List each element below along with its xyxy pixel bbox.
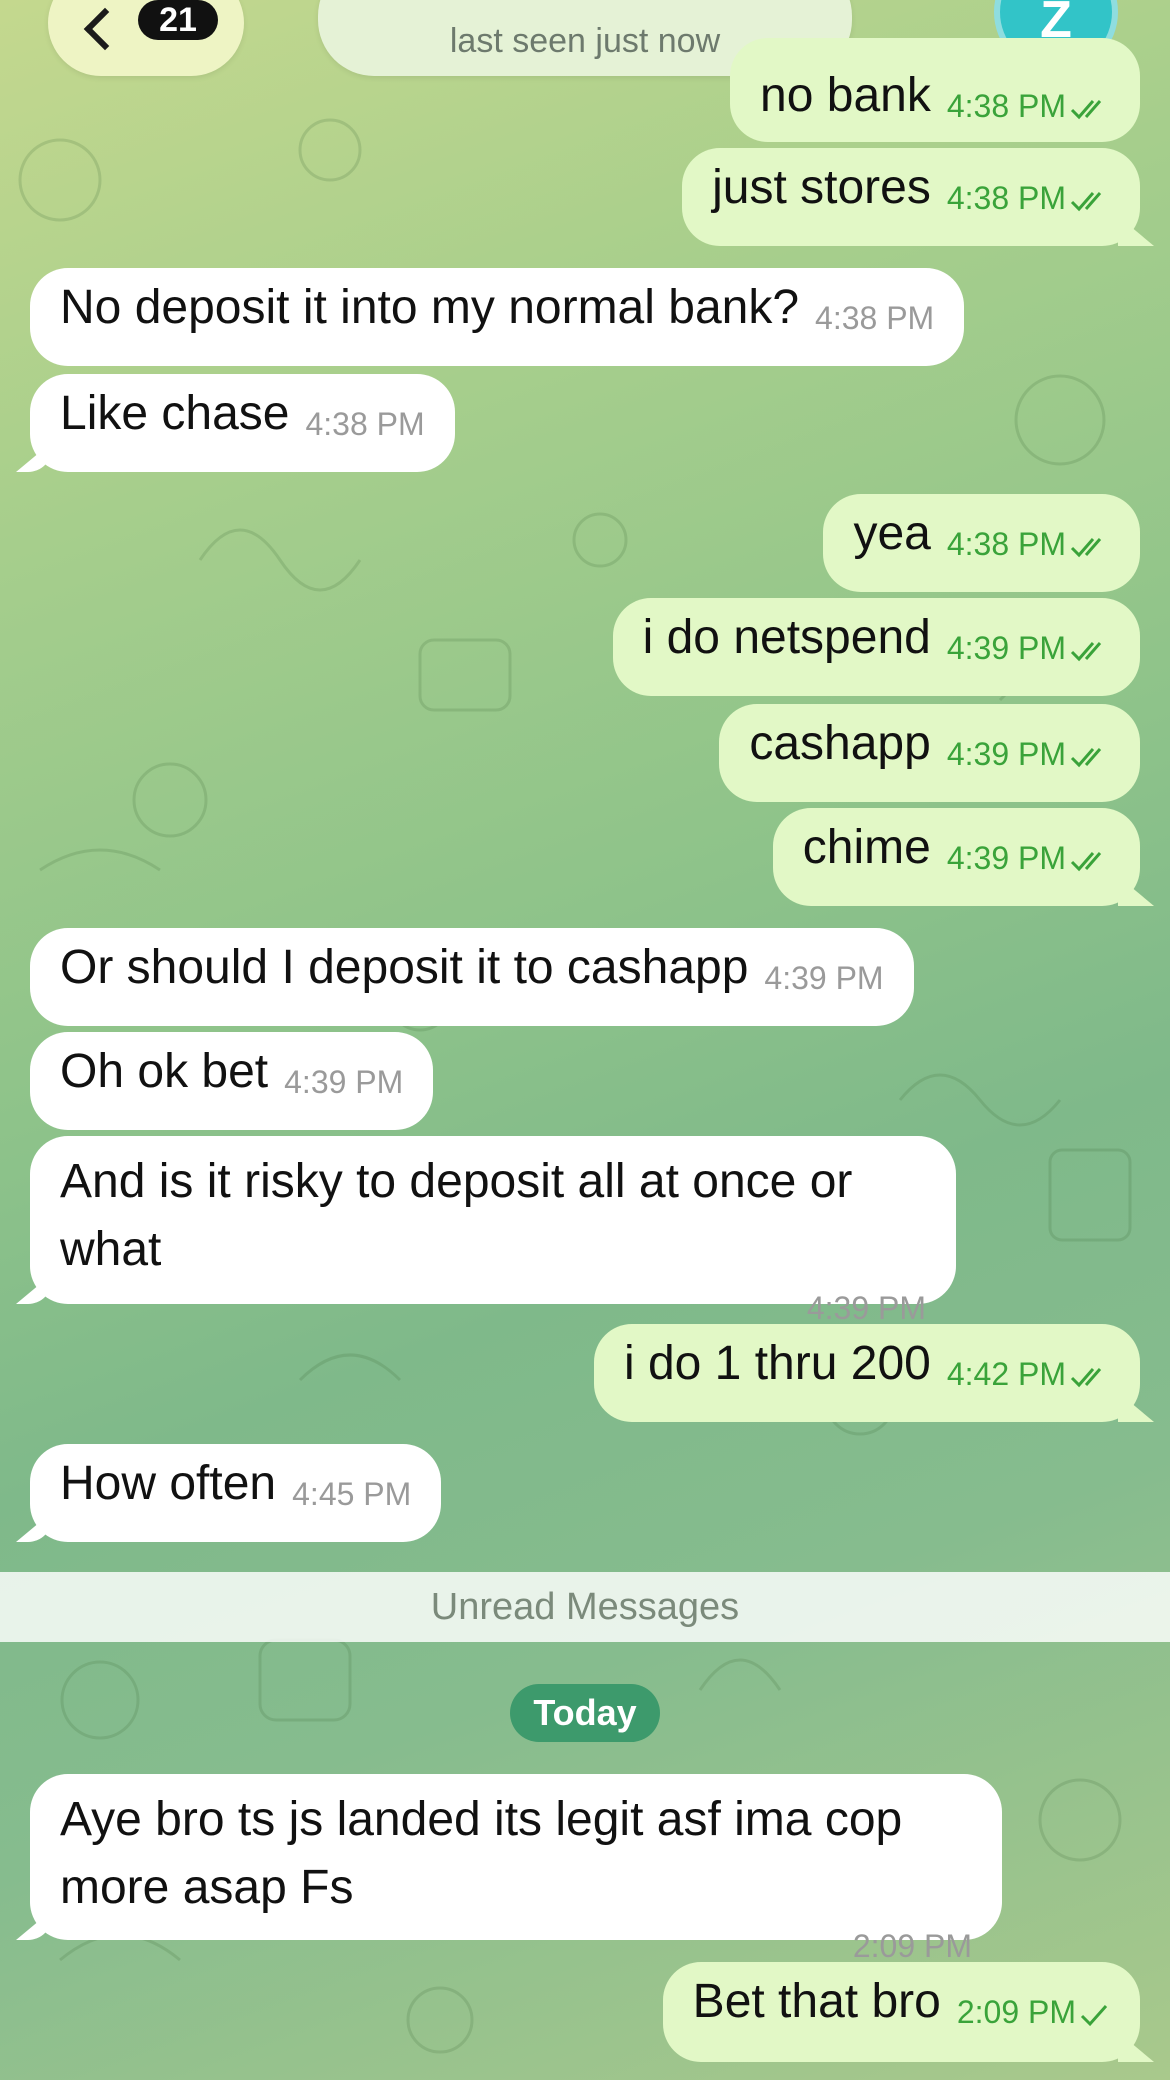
message-text: i do netspend	[642, 611, 931, 664]
double-check-icon	[1070, 1365, 1110, 1389]
message-time: 4:39 PM	[284, 1064, 404, 1100]
message-time: 4:39 PM	[764, 960, 884, 996]
double-check-icon	[1070, 535, 1110, 559]
back-button[interactable]: 21	[48, 0, 244, 76]
message-bubble-outgoing[interactable]: chime 4:39 PM	[772, 808, 1140, 906]
message-time: 4:38 PM	[305, 406, 425, 442]
message-text: cashapp	[749, 717, 931, 770]
message-text: no bank	[760, 69, 931, 122]
message-bubble-incoming[interactable]: Like chase 4:38 PM	[30, 374, 455, 472]
message-text: i do 1 thru 200	[623, 1337, 931, 1390]
message-text: No deposit it into my normal bank?	[60, 281, 800, 334]
message-text: Or should I deposit it to cashapp	[60, 941, 749, 994]
message-time: 4:38 PM	[815, 300, 935, 336]
message-text: yea	[853, 507, 931, 560]
message-bubble-incoming[interactable]: Or should I deposit it to cashapp 4:39 PM	[30, 928, 914, 1026]
message-bubble-outgoing[interactable]: no bank 4:38 PM	[730, 38, 1140, 142]
message-bubble-outgoing[interactable]: i do 1 thru 200 4:42 PM	[593, 1324, 1140, 1422]
message-bubble-incoming[interactable]: And is it risky to deposit all at once o…	[30, 1136, 956, 1326]
double-check-icon	[1070, 639, 1110, 663]
message-time: 4:39 PM	[947, 824, 1110, 892]
message-text: Bet that bro	[692, 1975, 941, 2028]
message-time: 4:42 PM	[947, 1340, 1110, 1408]
date-separator: Today	[510, 1684, 660, 1742]
double-check-icon	[1070, 745, 1110, 769]
message-text: And is it risky to deposit all at once o…	[60, 1155, 853, 1276]
message-time: 4:38 PM	[947, 72, 1110, 140]
message-time: 4:39 PM	[947, 720, 1110, 788]
message-time: 4:45 PM	[292, 1476, 412, 1512]
chevron-left-icon	[83, 7, 127, 51]
message-bubble-outgoing[interactable]: Bet that bro 2:09 PM	[662, 1962, 1140, 2062]
message-text: Oh ok bet	[60, 1045, 269, 1098]
single-check-icon	[1080, 2003, 1110, 2027]
message-text: Like chase	[60, 387, 290, 440]
message-time: 4:38 PM	[947, 510, 1110, 578]
message-text: just stores	[712, 161, 931, 214]
message-bubble-outgoing[interactable]: yea 4:38 PM	[823, 494, 1140, 592]
message-bubble-incoming[interactable]: How often 4:45 PM	[30, 1444, 442, 1542]
message-bubble-outgoing[interactable]: just stores 4:38 PM	[682, 148, 1140, 246]
message-text: How often	[60, 1457, 277, 1510]
double-check-icon	[1070, 849, 1110, 873]
message-bubble-incoming[interactable]: Aye bro ts js landed its legit asf ima c…	[30, 1774, 1002, 1964]
message-time: 2:09 PM	[957, 1978, 1110, 2046]
message-text: Aye bro ts js landed its legit asf ima c…	[60, 1793, 903, 1914]
unread-count-badge: 21	[138, 0, 218, 40]
message-time: 4:39 PM	[947, 614, 1110, 682]
double-check-icon	[1070, 97, 1110, 121]
message-time: 4:38 PM	[947, 164, 1110, 232]
message-bubble-outgoing[interactable]: i do netspend 4:39 PM	[612, 598, 1140, 696]
unread-messages-divider: Unread Messages	[0, 1572, 1170, 1642]
double-check-icon	[1070, 189, 1110, 213]
message-text: chime	[802, 821, 931, 874]
message-bubble-incoming[interactable]: No deposit it into my normal bank? 4:38 P…	[30, 268, 965, 366]
message-bubble-incoming[interactable]: Oh ok bet 4:39 PM	[30, 1032, 434, 1130]
message-bubble-outgoing[interactable]: cashapp 4:39 PM	[719, 704, 1140, 802]
